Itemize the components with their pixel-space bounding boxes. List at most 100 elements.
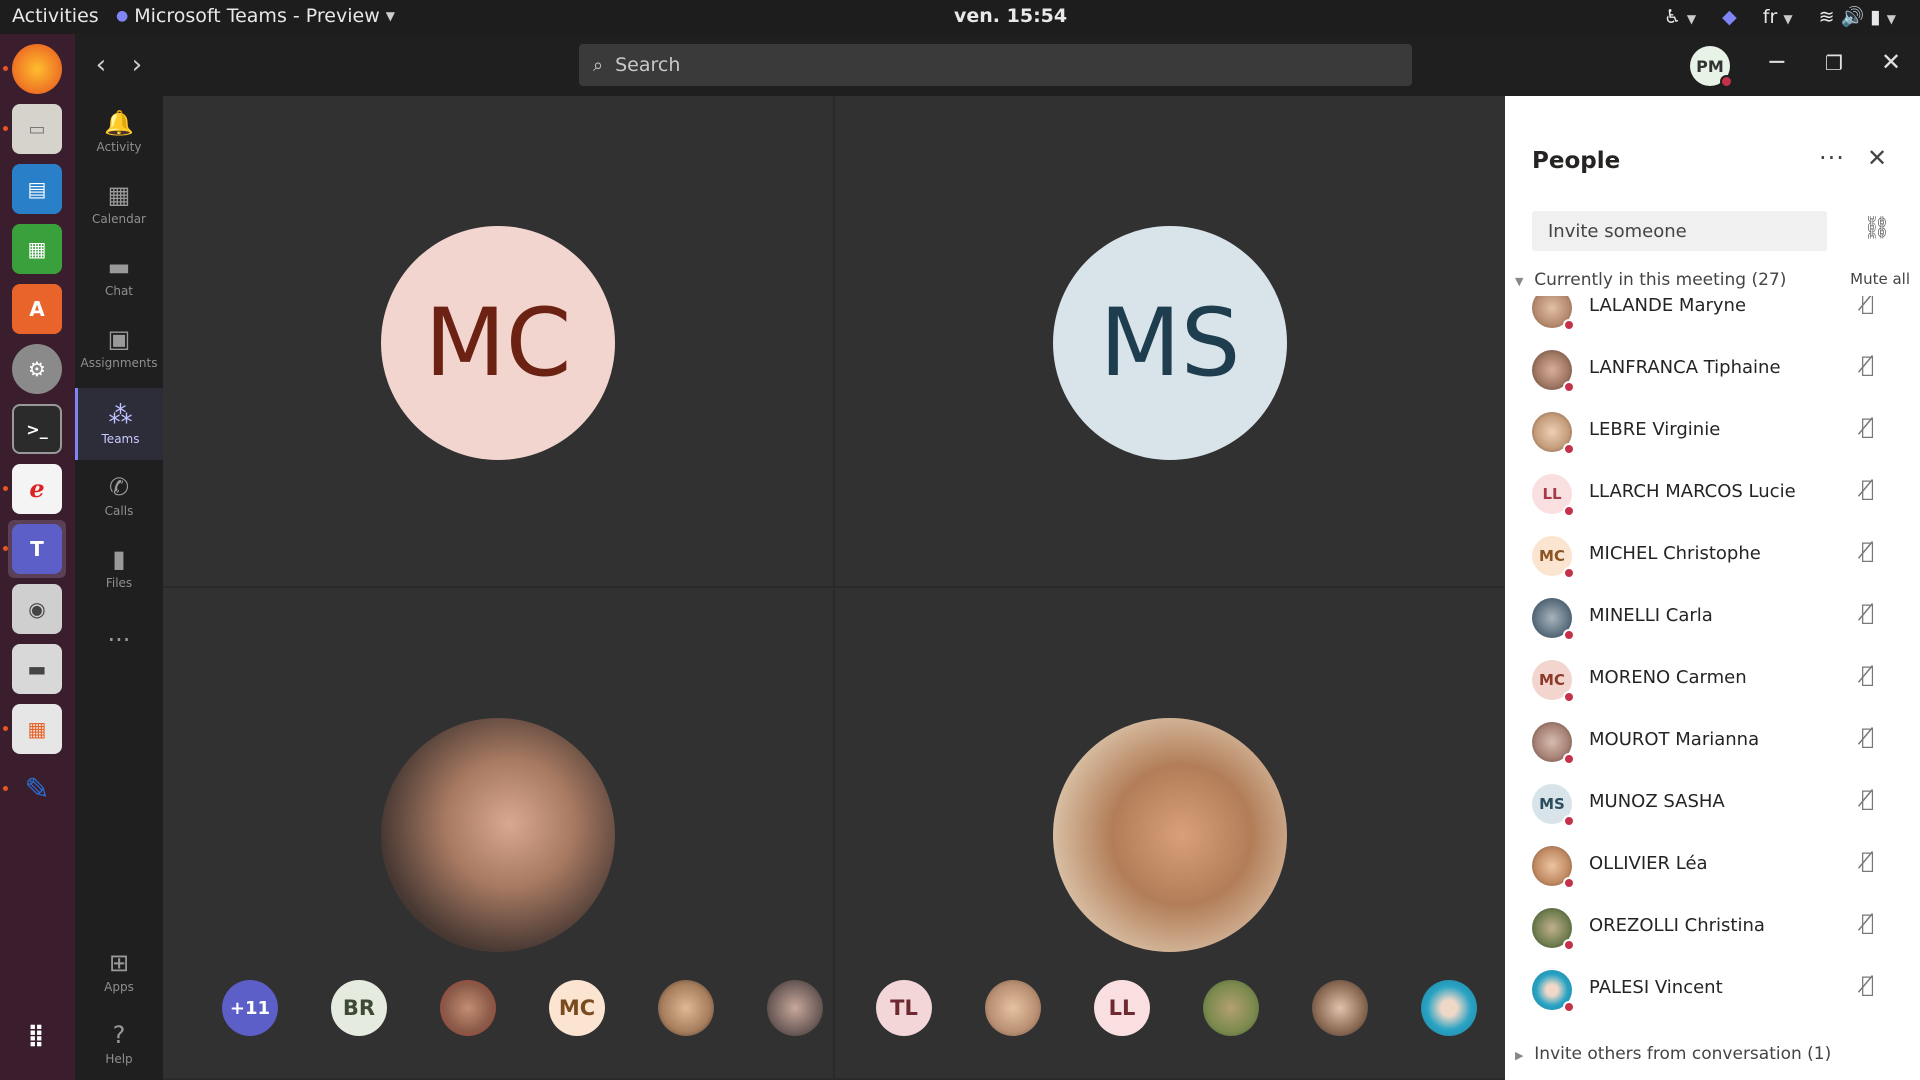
list-item[interactable]: LANFRANCA Tiphaine 🎙̸ — [1505, 338, 1920, 400]
dock-scanner[interactable]: ▬ — [8, 640, 66, 698]
teams-icon: T — [12, 524, 62, 574]
bell-icon: 🔔 — [104, 109, 134, 137]
rail-calendar[interactable]: ▦ Calendar — [75, 168, 163, 240]
list-item[interactable]: MS MUNOZ SASHA 🎙̸ — [1505, 772, 1920, 834]
participant-name: MUNOZ SASHA — [1589, 791, 1725, 812]
participant-photo-avatar — [1532, 970, 1575, 1013]
list-item[interactable]: PALESI Vincent 🎙̸ — [1505, 958, 1920, 1020]
participant-photo-avatar — [1532, 908, 1575, 951]
pencil-icon: ✎ — [24, 771, 50, 807]
dock-camera[interactable]: ◉ — [8, 580, 66, 638]
close-icon[interactable]: ✕ — [1867, 144, 1887, 172]
dock-text-editor[interactable]: ✎ — [3, 760, 66, 818]
dock-calculator[interactable]: ▦ — [3, 700, 66, 758]
rail-more-apps[interactable]: ··· — [75, 604, 163, 676]
calculator-icon: ▦ — [12, 704, 62, 754]
participant-name: LEBRE Virginie — [1589, 419, 1721, 440]
search-input[interactable]: ⌕ Search — [579, 44, 1412, 86]
participant-photo-avatar — [1532, 350, 1575, 393]
busy-status-icon — [1563, 381, 1575, 393]
dock-files[interactable]: ▭ — [3, 100, 66, 158]
list-item[interactable]: MC MORENO Carmen 🎙̸ — [1505, 648, 1920, 710]
participant-photo — [381, 718, 615, 952]
list-item[interactable]: OLLIVIER Léa 🎙̸ — [1505, 834, 1920, 896]
participant-initials: MS — [1539, 795, 1565, 813]
app-menu[interactable]: ● Microsoft Teams - Preview ▼ — [116, 5, 395, 27]
mic-muted-icon: 🎙̸ — [1861, 353, 1875, 378]
phone-icon: ✆ — [108, 473, 130, 501]
terminal-icon: >_ — [12, 404, 62, 454]
participant-photo-avatar[interactable] — [767, 980, 823, 1036]
list-item[interactable]: LEBRE Virginie 🎙̸ — [1505, 400, 1920, 462]
dock-writer[interactable]: ▤ — [8, 160, 66, 218]
apps-icon: ⊞ — [108, 949, 130, 977]
participant-avatar: LL — [1532, 474, 1575, 517]
profile-avatar[interactable]: PM — [1690, 46, 1733, 88]
participant-avatar[interactable]: LL — [1094, 980, 1150, 1036]
dock-terminal[interactable]: >_ — [8, 400, 66, 458]
language-menu[interactable]: fr ▼ — [1763, 6, 1793, 28]
rail-activity[interactable]: 🔔 Activity — [75, 96, 163, 168]
running-indicator — [3, 486, 8, 491]
rail-label: Calls — [104, 504, 134, 518]
rail-label: Files — [105, 576, 133, 590]
busy-status-icon — [1720, 75, 1733, 88]
chat-icon: ▬ — [107, 253, 131, 281]
participant-initials: MS — [1099, 288, 1241, 398]
participant-photo-avatar[interactable] — [440, 980, 496, 1036]
rail-assignments[interactable]: ▣ Assignments — [75, 312, 163, 384]
dock-settings[interactable]: ⚙ — [8, 340, 66, 398]
clock[interactable]: ven. 15:54 — [954, 5, 1067, 27]
list-item[interactable]: MOUROT Marianna 🎙̸ — [1505, 710, 1920, 772]
dock-software[interactable]: A — [8, 280, 66, 338]
list-item[interactable]: LL LLARCH MARCOS Lucie 🎙̸ — [1505, 462, 1920, 524]
restore-button[interactable]: ❐ — [1817, 51, 1851, 75]
accessibility-icon[interactable]: ♿ ▼ — [1664, 6, 1696, 28]
dock-firefox[interactable] — [3, 40, 66, 98]
participant-avatar[interactable]: BR — [331, 980, 387, 1036]
invite-input[interactable]: Invite someone — [1532, 211, 1827, 251]
activities-button[interactable]: Activities — [12, 5, 99, 27]
list-item[interactable]: MINELLI Carla 🎙̸ — [1505, 586, 1920, 648]
teams-small-icon: ● — [116, 8, 129, 24]
system-status-menu[interactable]: ≋ 🔊 ▮ ▼ — [1819, 5, 1896, 28]
rail-files[interactable]: ▮ Files — [75, 532, 163, 604]
rail-chat[interactable]: ▬ Chat — [75, 240, 163, 312]
link-icon[interactable]: ⛓ — [1863, 216, 1891, 241]
participant-photo-avatar[interactable] — [658, 980, 714, 1036]
back-button[interactable]: ‹ — [87, 50, 115, 80]
rail-apps[interactable]: ⊞ Apps — [75, 936, 163, 1008]
participant-avatar[interactable]: MC — [549, 980, 605, 1036]
rail-calls[interactable]: ✆ Calls — [75, 460, 163, 532]
close-window-button[interactable]: ✕ — [1874, 48, 1908, 76]
rail-help[interactable]: ? Help — [75, 1008, 163, 1080]
dock-calc[interactable]: ▦ — [8, 220, 66, 278]
section-toggle[interactable]: ▼ Currently in this meeting (27) — [1515, 270, 1786, 290]
busy-status-icon — [1563, 753, 1575, 765]
video-tile-mc[interactable]: MC — [163, 96, 833, 586]
show-apps-button[interactable]: ⣿ — [8, 1006, 66, 1064]
more-options-icon[interactable]: ··· — [1819, 144, 1845, 172]
mute-all-button[interactable]: Mute all — [1850, 270, 1910, 290]
more-participants-button[interactable]: +11 — [222, 980, 278, 1036]
participant-avatar[interactable]: TL — [876, 980, 932, 1036]
rail-teams[interactable]: ⁂ Teams — [75, 388, 163, 460]
video-tile-ms[interactable]: MS — [835, 96, 1505, 586]
minimize-button[interactable]: ─ — [1760, 48, 1794, 76]
dock-acrobat[interactable]: ℯ — [3, 460, 66, 518]
forward-button[interactable]: › — [123, 50, 151, 80]
participant-photo-avatar[interactable] — [985, 980, 1041, 1036]
participant-photo-avatar[interactable] — [1421, 980, 1477, 1036]
running-indicator — [3, 66, 8, 71]
participant-photo-avatar[interactable] — [1312, 980, 1368, 1036]
invite-from-conversation-toggle[interactable]: ▶ Invite others from conversation (1) — [1515, 1044, 1831, 1064]
teams-tray-icon[interactable]: ◆ — [1722, 6, 1737, 28]
participant-photo-avatar[interactable] — [1203, 980, 1259, 1036]
list-item[interactable]: MC MICHEL Christophe 🎙̸ — [1505, 524, 1920, 586]
list-item[interactable]: LALANDE Maryne 🎙̸ — [1505, 296, 1920, 338]
list-item[interactable]: OREZOLLI Christina 🎙̸ — [1505, 896, 1920, 958]
meeting-participants-header: ▼ Currently in this meeting (27) Mute al… — [1515, 270, 1910, 290]
dock-teams[interactable]: T — [3, 520, 66, 578]
software-center-icon: A — [12, 284, 62, 334]
participant-photo-avatar — [1532, 412, 1575, 455]
